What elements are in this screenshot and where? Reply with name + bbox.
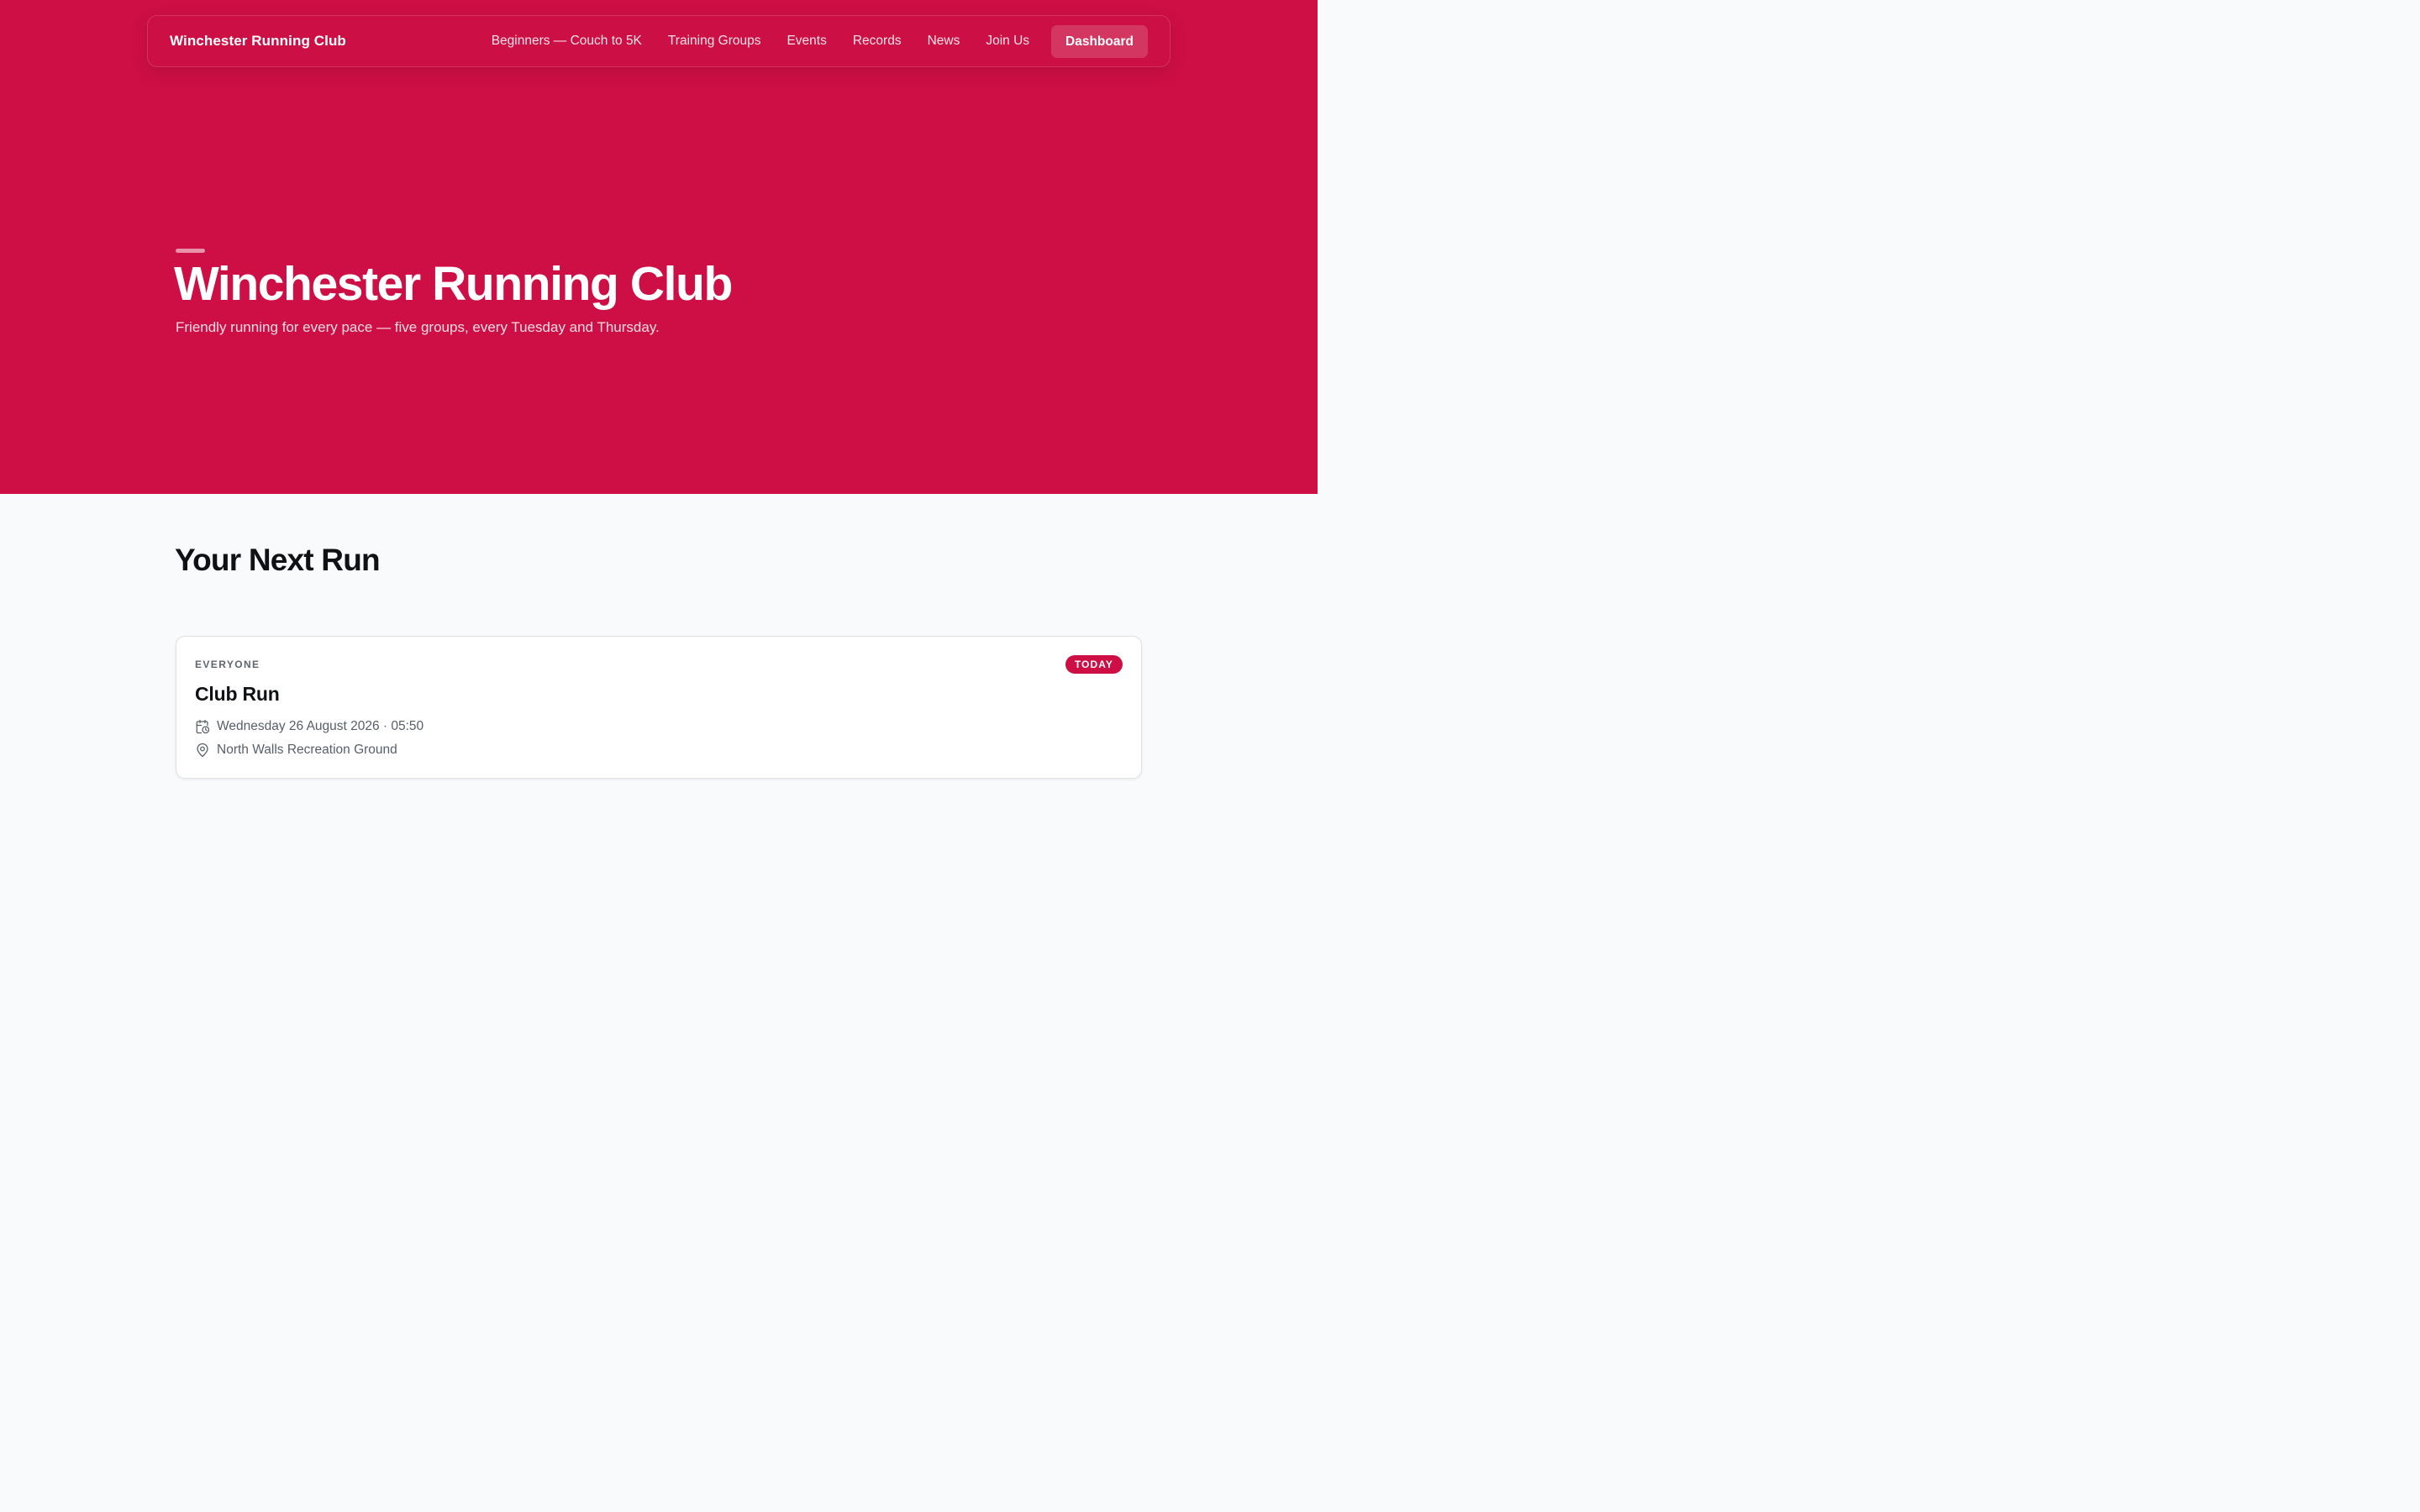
calendar-clock-icon xyxy=(195,719,210,734)
hero-accent-bar xyxy=(176,249,205,253)
today-badge: TODAY xyxy=(1065,655,1123,674)
run-datetime-row: Wednesday 26 August 2026 · 05:50 xyxy=(195,719,424,734)
page: Winchester Running Club Beginners — Couc… xyxy=(0,0,1318,823)
map-pin-icon xyxy=(195,743,210,758)
brand-link[interactable]: Winchester Running Club xyxy=(170,33,346,50)
run-location: North Walls Recreation Ground xyxy=(217,743,397,757)
hero-subtitle: Friendly running for every pace — five g… xyxy=(176,319,660,335)
run-group-label: EVERYONE xyxy=(195,659,260,670)
dashboard-button[interactable]: Dashboard xyxy=(1051,24,1148,58)
next-run-heading: Your Next Run xyxy=(175,543,381,577)
nav-links: Beginners — Couch to 5K Training Groups … xyxy=(492,24,1148,58)
nav-item-beginners[interactable]: Beginners — Couch to 5K xyxy=(492,34,642,49)
hero-title: Winchester Running Club xyxy=(174,257,733,311)
next-run-card[interactable]: EVERYONE TODAY Club Run Wednesday 26 Aug… xyxy=(176,636,1142,779)
run-datetime: Wednesday 26 August 2026 · 05:50 xyxy=(217,719,424,733)
hero-section: Winchester Running Club Beginners — Couc… xyxy=(0,0,1318,494)
nav-item-join-us[interactable]: Join Us xyxy=(986,34,1029,49)
top-navbar: Winchester Running Club Beginners — Couc… xyxy=(147,15,1171,67)
nav-item-training-groups[interactable]: Training Groups xyxy=(668,34,761,49)
run-title: Club Run xyxy=(195,683,280,705)
nav-item-records[interactable]: Records xyxy=(853,34,902,49)
run-location-row: North Walls Recreation Ground xyxy=(195,743,397,758)
nav-item-news[interactable]: News xyxy=(928,34,960,49)
nav-item-events[interactable]: Events xyxy=(786,34,826,49)
